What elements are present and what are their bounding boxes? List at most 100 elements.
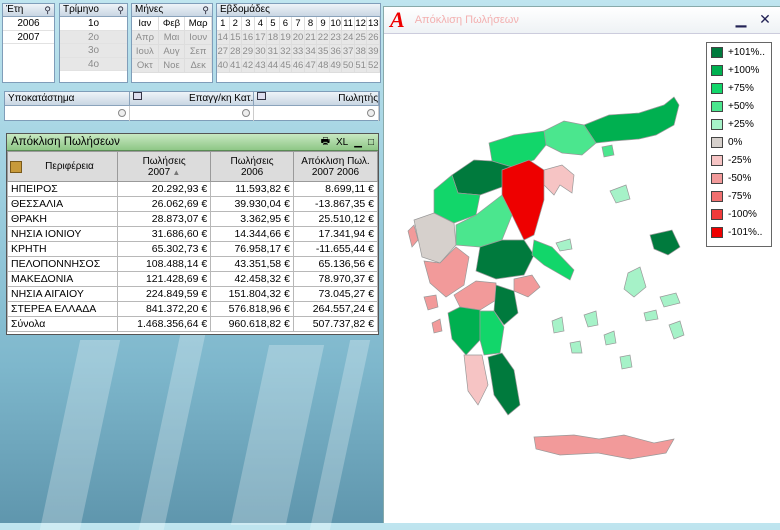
month-item[interactable]: Ιουν: [185, 31, 212, 45]
week-item[interactable]: 18: [267, 31, 280, 45]
week-item[interactable]: 5: [267, 17, 280, 31]
dropdown-icon[interactable]: [117, 109, 126, 117]
month-item[interactable]: Ιουλ: [132, 45, 159, 59]
column-header[interactable]: Πωλήσεις 2006: [210, 151, 294, 182]
region-attica[interactable]: [513, 274, 541, 298]
table-row[interactable]: ΝΗΣΙΑ ΙΟΝΙΟΥ 31.686,60 €14.344,66 €17.341…: [7, 226, 379, 242]
region-cyclades-5[interactable]: [551, 316, 565, 334]
region-central-macedonia[interactable]: [488, 130, 547, 168]
week-item[interactable]: 20: [292, 31, 305, 45]
week-item[interactable]: 19: [279, 31, 293, 45]
month-item[interactable]: Νοε: [158, 59, 186, 73]
week-item[interactable]: 14: [217, 31, 230, 45]
month-item[interactable]: Μαρ: [185, 17, 212, 31]
category-dropdown[interactable]: [130, 106, 255, 121]
maximize-icon[interactable]: □: [368, 137, 374, 148]
table-row[interactable]: ΠΕΛΟΠΟΝΝΗΣΟΣ 108.488,14 €43.351,58 €65.13…: [7, 256, 379, 272]
week-item[interactable]: 51: [354, 59, 368, 73]
week-item[interactable]: 15: [229, 31, 243, 45]
week-item[interactable]: 16: [242, 31, 255, 45]
week-item[interactable]: 44: [267, 59, 280, 73]
week-item[interactable]: 30: [254, 45, 268, 59]
week-item[interactable]: 27: [217, 45, 230, 59]
table-row[interactable]: ΝΗΣΙΑ ΑΙΓΑΙΟΥ 224.849,59 €151.804,32 €73.…: [7, 286, 379, 302]
week-item[interactable]: 10: [329, 17, 343, 31]
week-item[interactable]: 4: [254, 17, 268, 31]
quarter-item[interactable]: 2ο: [60, 30, 127, 44]
month-item[interactable]: Φεβ: [158, 17, 186, 31]
month-item[interactable]: Μαι: [158, 31, 186, 45]
pin-icon[interactable]: ⚲: [202, 4, 209, 16]
week-item[interactable]: 13: [367, 17, 380, 31]
week-item[interactable]: 8: [304, 17, 318, 31]
region-laconia[interactable]: [487, 352, 521, 416]
year-item[interactable]: 2006: [3, 17, 54, 31]
week-item[interactable]: 33: [292, 45, 305, 59]
region-cyclades-3[interactable]: [569, 340, 583, 354]
week-item[interactable]: 6: [279, 17, 293, 31]
region-cyclades-2[interactable]: [603, 330, 617, 346]
quarter-item[interactable]: 1ο: [60, 17, 127, 31]
table-row[interactable]: ΘΕΣΣΑΛΙΑ 26.062,69 €39.930,04 € -13.867,35…: [7, 196, 379, 212]
quarter-item[interactable]: 4ο: [60, 57, 127, 71]
region-cyclades-4[interactable]: [619, 354, 633, 370]
week-item[interactable]: 17: [254, 31, 268, 45]
week-item[interactable]: 21: [304, 31, 318, 45]
month-item[interactable]: Σεπ: [185, 45, 212, 59]
week-item[interactable]: 24: [342, 31, 355, 45]
settings-icon[interactable]: [132, 92, 142, 100]
region-chios[interactable]: [623, 266, 647, 298]
week-item[interactable]: 45: [279, 59, 293, 73]
week-item[interactable]: 7: [292, 17, 305, 31]
week-item[interactable]: 3: [242, 17, 255, 31]
week-item[interactable]: 35: [317, 45, 330, 59]
week-item[interactable]: 26: [367, 31, 380, 45]
month-item[interactable]: Δεκ: [185, 59, 212, 73]
week-item[interactable]: 49: [329, 59, 343, 73]
region-samos[interactable]: [659, 292, 681, 308]
week-item[interactable]: 1: [217, 17, 230, 31]
week-item[interactable]: 34: [304, 45, 318, 59]
week-item[interactable]: 37: [342, 45, 355, 59]
week-item[interactable]: 42: [242, 59, 255, 73]
region-messinia[interactable]: [463, 354, 489, 406]
week-item[interactable]: 9: [317, 17, 330, 31]
week-item[interactable]: 47: [304, 59, 318, 73]
quarter-item[interactable]: 3ο: [60, 44, 127, 58]
print-icon[interactable]: 🖶: [321, 134, 330, 151]
pin-icon[interactable]: ⚲: [44, 4, 51, 16]
week-item[interactable]: 43: [254, 59, 268, 73]
week-item[interactable]: 36: [329, 45, 343, 59]
week-item[interactable]: 46: [292, 59, 305, 73]
week-item[interactable]: 23: [329, 31, 343, 45]
minimize-icon[interactable]: ▁: [354, 137, 362, 148]
week-item[interactable]: 52: [367, 59, 380, 73]
region-ikaria[interactable]: [643, 309, 659, 322]
week-item[interactable]: 39: [367, 45, 380, 59]
week-item[interactable]: 31: [267, 45, 280, 59]
settings-icon[interactable]: [257, 92, 267, 100]
week-item[interactable]: 22: [317, 31, 330, 45]
region-dodecanese[interactable]: [668, 320, 685, 340]
week-item[interactable]: 25: [354, 31, 368, 45]
week-item[interactable]: 12: [354, 17, 368, 31]
table-row[interactable]: ΚΡΗΤΗ 65.302,73 €76.958,17 € -11.655,44 €: [7, 241, 379, 257]
region-zakynthos[interactable]: [431, 318, 443, 334]
week-item[interactable]: 38: [354, 45, 368, 59]
month-item[interactable]: Οκτ: [132, 59, 159, 73]
column-header[interactable]: Πωλήσεις 2007 ▲: [116, 151, 212, 182]
export-xl-button[interactable]: XL: [336, 137, 348, 148]
table-row[interactable]: ΗΠΕΙΡΟΣ 20.292,93 €11.593,82 €8.699,11 €: [7, 181, 379, 197]
pin-icon[interactable]: ⚲: [117, 4, 124, 16]
column-header[interactable]: Περιφέρεια: [7, 151, 118, 182]
week-item[interactable]: 32: [279, 45, 293, 59]
table-row[interactable]: ΜΑΚΕΔΟΝΙΑ 121.428,69 €42.458,32 €78.970,3…: [7, 271, 379, 287]
month-item[interactable]: Ιαν: [132, 17, 159, 31]
week-item[interactable]: 28: [229, 45, 243, 59]
week-item[interactable]: 40: [217, 59, 230, 73]
year-item[interactable]: 2007: [3, 30, 54, 44]
table-row[interactable]: ΘΡΑΚΗ 28.873,07 €3.362,95 €25.510,12 €: [7, 211, 379, 227]
week-item[interactable]: 29: [242, 45, 255, 59]
branch-dropdown[interactable]: [5, 106, 130, 121]
week-item[interactable]: 50: [342, 59, 355, 73]
